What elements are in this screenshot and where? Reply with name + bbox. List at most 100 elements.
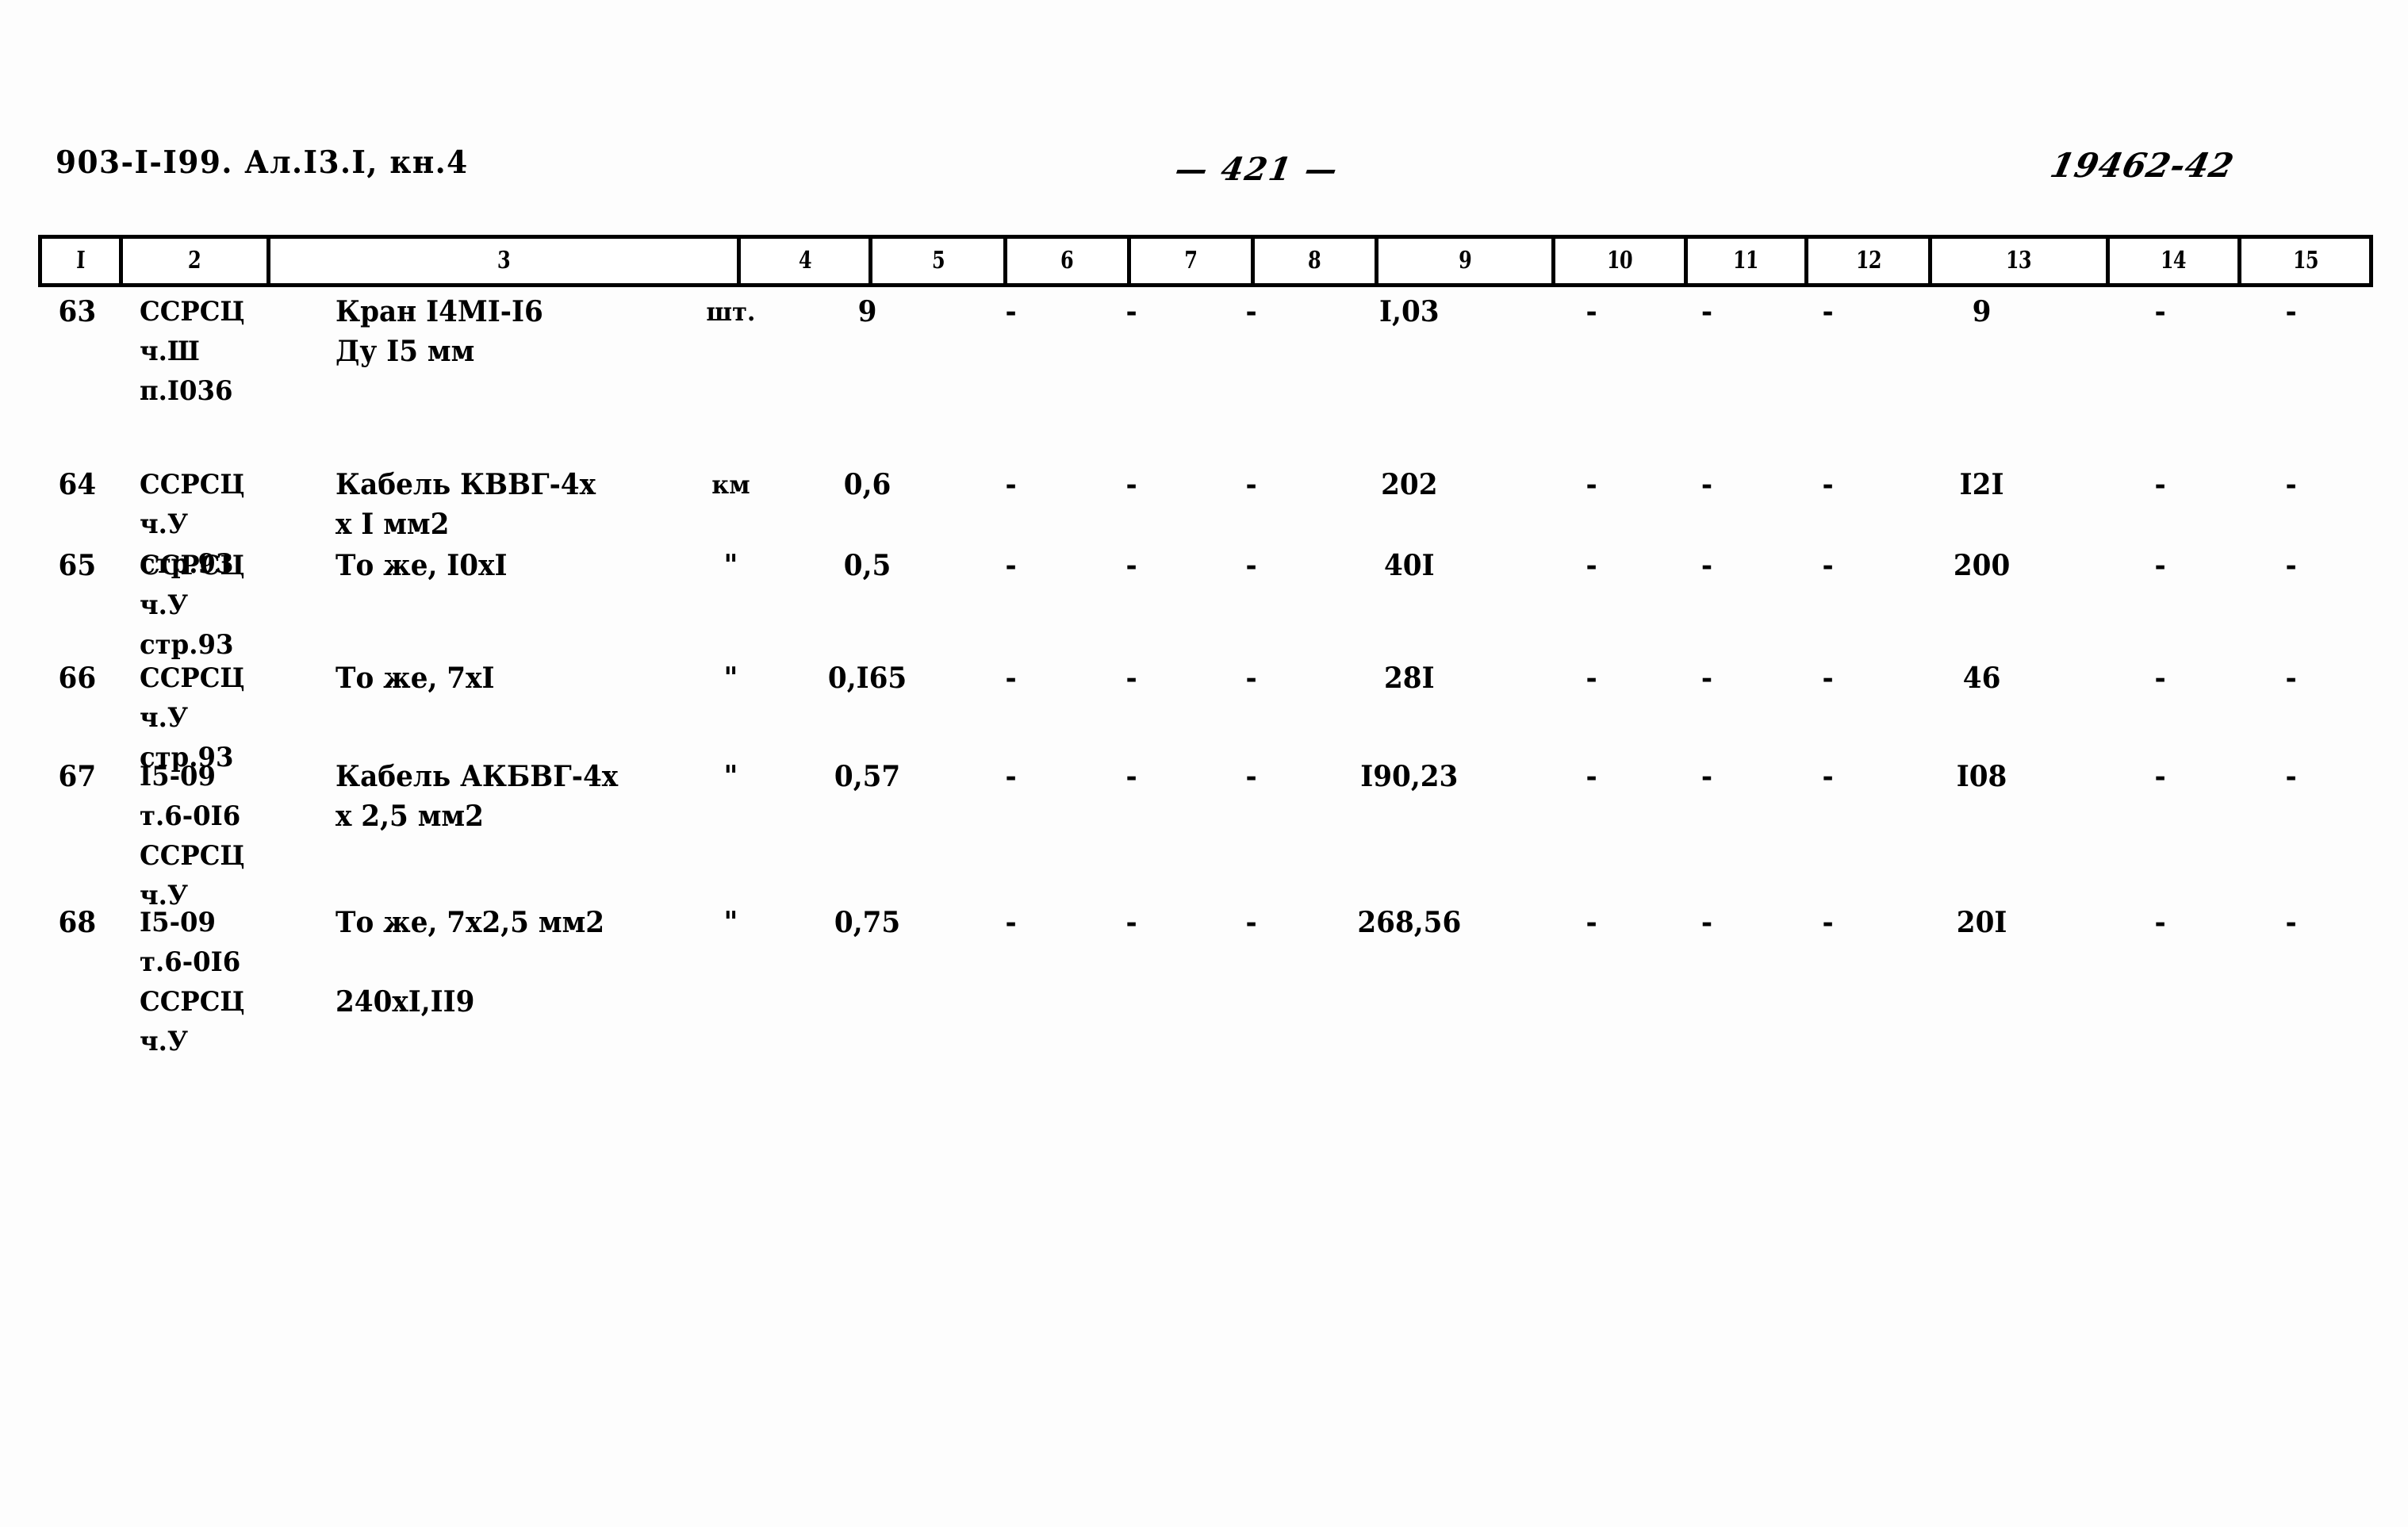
document-page: 903-I-I99. Ал.I3.I, кн.4 — 421 — 19462-4… [0, 0, 2408, 1527]
row-value-col6: - [1005, 549, 1018, 582]
column-header-14: 14 [2105, 235, 2241, 287]
row-name-line: х 2,5 мм2 [335, 800, 484, 833]
row-value-col9: 268,56 [1357, 906, 1462, 939]
column-header-10: 10 [1551, 235, 1688, 287]
row-unit: шт. [706, 297, 756, 327]
row-value-col11: - [1701, 760, 1712, 793]
row-value-col9: I,03 [1378, 295, 1440, 328]
row-value-col6: - [1005, 468, 1018, 501]
row-value-col10: - [1586, 662, 1597, 695]
row-value-col13: 46 [1962, 662, 2001, 695]
column-header-6: 6 [1003, 235, 1131, 287]
row-value-col7: - [1125, 295, 1137, 328]
row-value-qty: 0,57 [834, 760, 901, 793]
row-name-line: х I мм2 [335, 508, 450, 541]
row-value-col13: 9 [1972, 295, 1992, 328]
row-name-line: 240хI,II9 [335, 985, 475, 1019]
column-header-1: I [38, 235, 123, 287]
column-header-4: 4 [737, 235, 873, 287]
row-value-col13: I08 [1956, 760, 2007, 793]
row-value-col8: - [1245, 760, 1257, 793]
row-value-col12: - [1822, 662, 1834, 695]
table-header-row: I 2 3 4 5 6 7 8 9 10 11 12 13 14 15 [38, 235, 2374, 287]
table-row: 63 ССРСЦ ч.Ш п.I036 Кран I4MI-I6 Ду I5 мм шт. 9… [38, 292, 2373, 451]
row-code-line: I5-09 [140, 907, 217, 938]
row-unit: " [723, 906, 738, 939]
row-unit: " [723, 662, 738, 695]
table-row: 67 I5-09 т.6-0I6 ССРСЦ ч.У Кабель АКБВГ-4х х 2… [38, 757, 2373, 915]
row-value-col15: - [2285, 906, 2297, 939]
row-value-col7: - [1125, 468, 1137, 501]
page-number: — 421 — [1172, 151, 1342, 188]
row-code-line: ССРСЦ [140, 662, 245, 694]
row-value-col6: - [1005, 906, 1018, 939]
row-code-line: ч.Ш [140, 336, 201, 367]
row-value-col8: - [1245, 468, 1257, 501]
row-value-col14: - [2154, 468, 2167, 501]
row-code-line: т.6-0I6 [140, 800, 241, 832]
row-number: 67 [58, 760, 97, 793]
column-header-2: 2 [118, 235, 271, 287]
page-header: 903-I-I99. Ал.I3.I, кн.4 — 421 — 19462-4… [56, 144, 2356, 192]
row-value-col9: 202 [1380, 468, 1438, 501]
row-value-col7: - [1125, 906, 1137, 939]
row-number: 68 [58, 906, 97, 939]
row-code-line: ССРСЦ [140, 986, 245, 1018]
row-value-col11: - [1701, 468, 1712, 501]
row-value-qty: 0,75 [834, 906, 901, 939]
row-value-col6: - [1005, 295, 1018, 328]
row-value-qty: 9 [858, 295, 877, 328]
row-code-line: ССРСЦ [140, 840, 245, 872]
row-value-col9: 40I [1383, 549, 1435, 582]
column-header-15: 15 [2237, 235, 2374, 287]
row-value-col10: - [1586, 468, 1597, 501]
column-header-13: 13 [1927, 235, 2110, 287]
row-value-qty: 0,I65 [828, 662, 907, 695]
row-value-col7: - [1125, 760, 1137, 793]
row-value-col15: - [2285, 662, 2297, 695]
row-value-col10: - [1586, 906, 1597, 939]
row-code-line: п.I036 [140, 375, 233, 407]
row-value-col14: - [2154, 295, 2167, 328]
row-value-qty: 0,6 [844, 468, 891, 501]
row-name-line: Ду I5 мм [335, 335, 475, 368]
row-value-col6: - [1005, 760, 1018, 793]
table-header-grid: I 2 3 4 5 6 7 8 9 10 11 12 13 14 15 [38, 235, 2374, 287]
row-value-col8: - [1245, 906, 1257, 939]
row-number: 65 [58, 549, 97, 582]
row-code-line: ч.У [140, 702, 189, 734]
row-value-col9: 28I [1383, 662, 1435, 695]
row-code-line: ч.У [140, 589, 189, 621]
column-header-12: 12 [1804, 235, 1932, 287]
row-number: 64 [58, 468, 97, 501]
row-value-col14: - [2154, 549, 2167, 582]
row-value-col11: - [1701, 549, 1712, 582]
row-unit: км [711, 470, 750, 500]
column-header-3: 3 [266, 235, 742, 287]
row-value-col15: - [2285, 760, 2297, 793]
row-value-col11: - [1701, 295, 1712, 328]
row-value-col10: - [1586, 295, 1597, 328]
row-value-col15: - [2285, 549, 2297, 582]
row-value-col6: - [1005, 662, 1018, 695]
row-value-col14: - [2154, 662, 2167, 695]
row-number: 66 [58, 662, 97, 695]
row-value-col8: - [1245, 549, 1257, 582]
row-value-col15: - [2285, 468, 2297, 501]
row-code-line: ССРСЦ [140, 469, 245, 501]
document-code: 903-I-I99. Ал.I3.I, кн.4 [56, 144, 469, 181]
row-value-col15: - [2285, 295, 2297, 328]
column-header-9: 9 [1374, 235, 1556, 287]
row-code-line: I5-09 [140, 761, 217, 792]
row-value-col9: I90,23 [1360, 760, 1459, 793]
row-value-col8: - [1245, 295, 1257, 328]
row-value-col8: - [1245, 662, 1257, 695]
row-value-col14: - [2154, 906, 2167, 939]
row-value-col12: - [1822, 906, 1834, 939]
row-unit: " [723, 760, 738, 793]
row-code-line: ССРСЦ [140, 550, 245, 581]
row-code-line: т.6-0I6 [140, 946, 241, 978]
row-value-col10: - [1586, 760, 1597, 793]
row-value-col14: - [2154, 760, 2167, 793]
row-number: 63 [58, 295, 97, 328]
